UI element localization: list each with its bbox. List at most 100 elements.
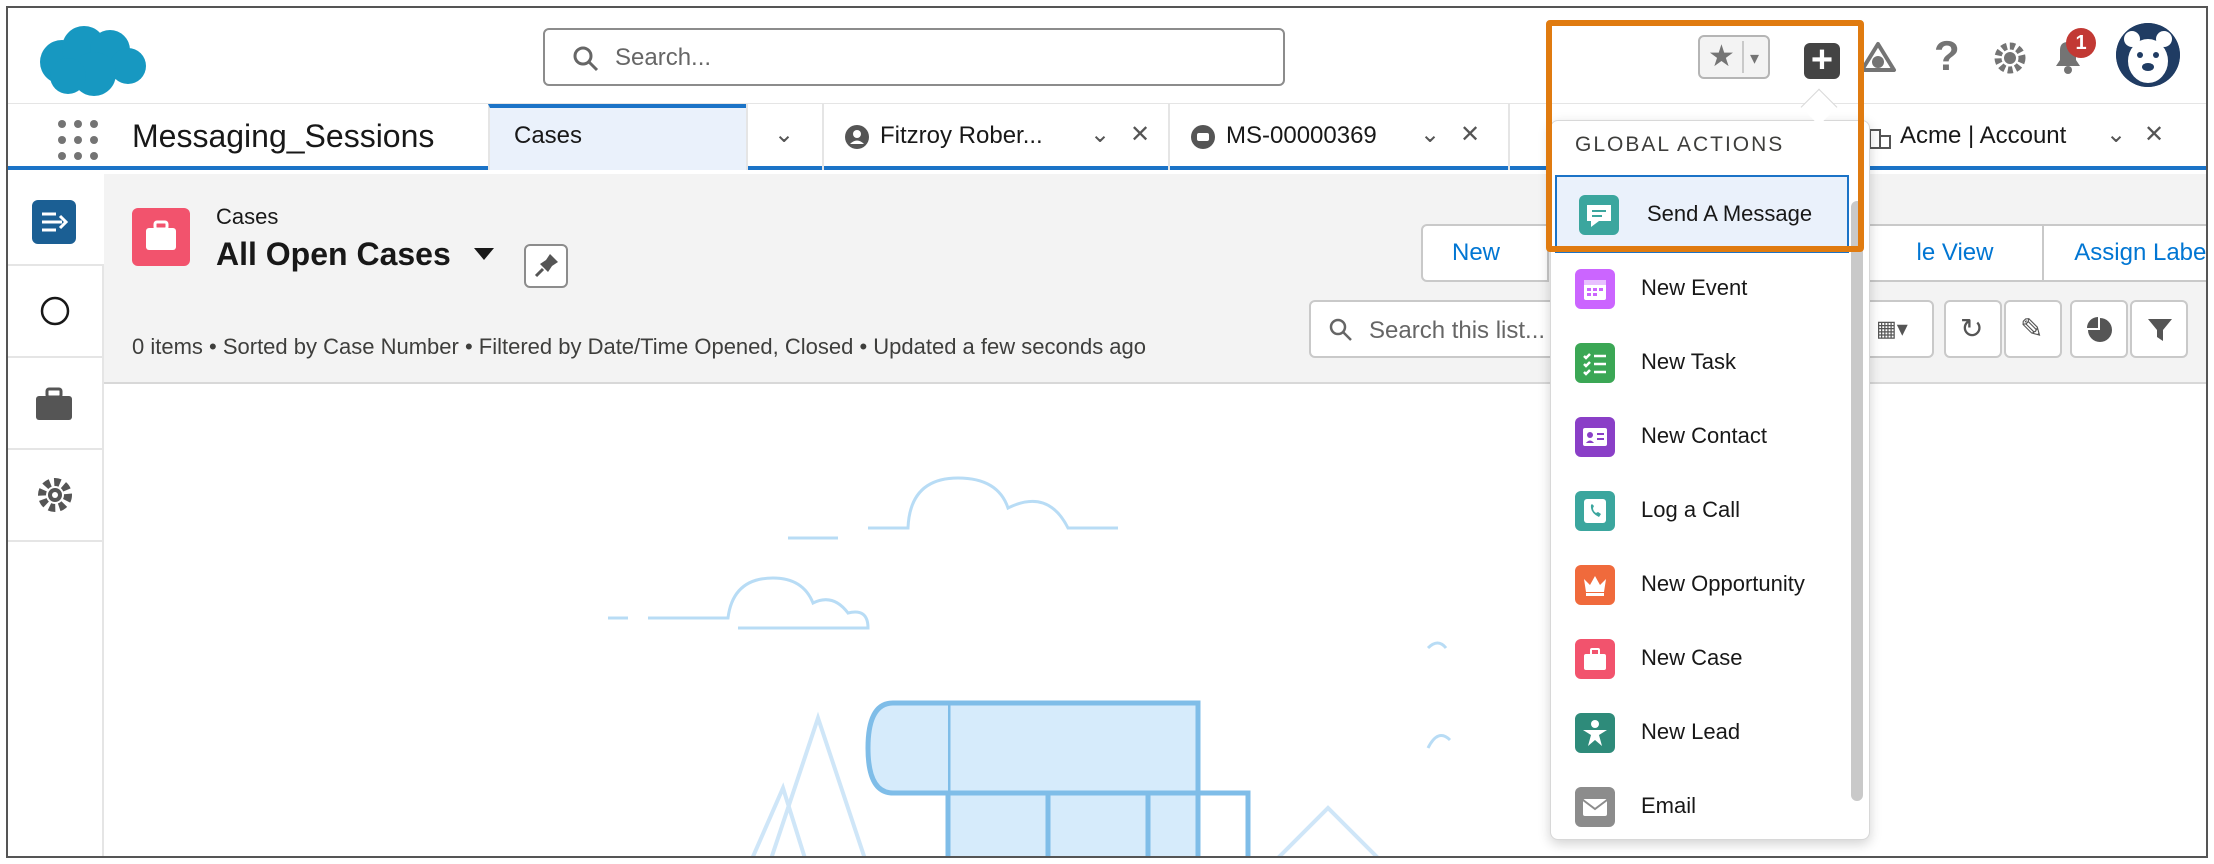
search-icon xyxy=(1329,318,1352,341)
list-view-picker-icon[interactable] xyxy=(474,248,494,260)
table-icon: ▦▾ xyxy=(1876,316,1908,341)
salesforce-logo-icon[interactable] xyxy=(32,20,152,100)
close-icon[interactable]: ✕ xyxy=(1130,120,1150,149)
bear-avatar-icon xyxy=(2116,23,2180,87)
button-group-spacer xyxy=(1529,224,1549,282)
pin-icon xyxy=(534,254,558,278)
edit-list-button[interactable]: ✎ xyxy=(2004,300,2062,358)
filters-button[interactable] xyxy=(2130,300,2188,358)
trailhead-icon[interactable] xyxy=(1858,38,1898,78)
phone-icon xyxy=(1575,491,1615,531)
list-view-meta: 0 items • Sorted by Case Number • Filter… xyxy=(132,334,1147,359)
menu-item-label: New Task xyxy=(1641,349,1736,374)
search-icon xyxy=(573,46,599,72)
chat-icon xyxy=(1579,195,1619,235)
app-frame: Search... ★ ▾ + ? 1 Messaging_Sessions C… xyxy=(6,6,2208,858)
search-placeholder: Search... xyxy=(615,44,712,71)
case-object-icon xyxy=(132,208,190,266)
crown-icon xyxy=(1575,565,1615,605)
pie-chart-icon xyxy=(2087,317,2112,342)
chevron-down-icon: ⌄ xyxy=(774,121,795,148)
omni-channel-icon xyxy=(32,200,76,244)
menu-item-label: New Contact xyxy=(1641,423,1767,448)
tab-messaging-session[interactable]: MS-00000369 ⌄ ✕ xyxy=(1168,104,1508,170)
lead-icon xyxy=(1575,713,1615,753)
email-icon xyxy=(1575,787,1615,827)
messaging-session-icon xyxy=(1191,125,1215,149)
menu-item-new-event[interactable]: New Event xyxy=(1551,253,1851,325)
tab-label: Fitzroy Rober... xyxy=(880,122,1043,149)
menu-item-label: New Case xyxy=(1641,645,1743,670)
briefcase-icon xyxy=(1575,639,1615,679)
tab-label: Acme | Account xyxy=(1900,122,2067,149)
menu-item-label: New Opportunity xyxy=(1641,571,1805,596)
chevron-down-icon[interactable]: ⌄ xyxy=(1420,120,1440,149)
gear-icon xyxy=(38,478,72,512)
list-view-name[interactable]: All Open Cases xyxy=(216,236,451,273)
utility-item-settings[interactable] xyxy=(8,450,104,542)
global-actions-heading: GLOBAL ACTIONS xyxy=(1575,133,1785,156)
filter-icon xyxy=(2148,319,2172,341)
chevron-down-icon[interactable]: ⌄ xyxy=(1090,120,1110,149)
help-icon[interactable]: ? xyxy=(1934,32,1960,80)
app-launcher-icon[interactable] xyxy=(58,120,98,160)
menu-item-email[interactable]: Email xyxy=(1551,771,1851,839)
pencil-icon: ✎ xyxy=(2020,313,2044,344)
tab-label: MS-00000369 xyxy=(1226,122,1377,149)
menu-item-new-opportunity[interactable]: New Opportunity xyxy=(1551,549,1851,621)
utility-item-omni[interactable] xyxy=(8,174,104,266)
contact-tab-icon xyxy=(845,125,869,149)
menu-item-label: Log a Call xyxy=(1641,497,1741,522)
setup-gear-icon[interactable] xyxy=(1990,38,2030,78)
briefcase-icon xyxy=(36,387,72,420)
notification-badge: 1 xyxy=(2066,28,2096,58)
refresh-icon: ↻ xyxy=(1960,313,1984,344)
global-actions-button[interactable]: + xyxy=(1804,41,1840,79)
favorites-button[interactable]: ★ ▾ xyxy=(1698,35,1770,79)
printable-view-button[interactable]: le View xyxy=(1864,224,2044,282)
global-actions-menu: GLOBAL ACTIONS Send A Message New Event … xyxy=(1550,120,1870,840)
assign-label-button[interactable]: Assign Label xyxy=(2042,224,2206,282)
menu-item-new-contact[interactable]: New Contact xyxy=(1551,401,1851,473)
calendar-icon xyxy=(1575,269,1615,309)
close-icon[interactable]: ✕ xyxy=(1460,120,1480,149)
refresh-button[interactable]: ↻ xyxy=(1944,300,2002,358)
utility-bar xyxy=(8,174,104,856)
menu-item-log-a-call[interactable]: Log a Call xyxy=(1551,475,1851,547)
user-avatar[interactable] xyxy=(2116,23,2180,87)
menu-item-new-lead[interactable]: New Lead xyxy=(1551,697,1851,769)
display-as-button[interactable]: ▦▾ xyxy=(1864,300,1934,358)
pin-list-button[interactable] xyxy=(524,244,568,288)
chevron-down-icon[interactable]: ▾ xyxy=(1750,41,1759,75)
navigation-bar: Messaging_Sessions Cases ⌄ Fitzroy Rober… xyxy=(8,104,2206,170)
task-icon xyxy=(1575,343,1615,383)
menu-item-send-a-message[interactable]: Send A Message xyxy=(1555,175,1849,253)
contact-icon xyxy=(1575,417,1615,457)
global-header: Search... ★ ▾ + ? 1 xyxy=(8,8,2206,104)
app-name: Messaging_Sessions xyxy=(132,118,435,154)
dropdown-scrollbar[interactable] xyxy=(1851,201,1863,801)
tab-fitzroy[interactable]: Fitzroy Rober... ⌄ ✕ xyxy=(822,104,1168,170)
list-search-input[interactable]: Search this list... xyxy=(1309,300,1569,358)
new-button[interactable]: New xyxy=(1421,224,1531,282)
chevron-down-icon[interactable]: ⌄ xyxy=(2106,120,2126,149)
close-icon[interactable]: ✕ xyxy=(2144,120,2164,149)
tab-cases-menu[interactable]: ⌄ xyxy=(746,104,822,170)
tab-label: Cases xyxy=(514,122,583,149)
tab-cases[interactable]: Cases xyxy=(488,104,746,170)
utility-item-status[interactable] xyxy=(8,266,104,358)
account-icon xyxy=(1869,129,1891,149)
menu-item-new-case[interactable]: New Case xyxy=(1551,623,1851,695)
circle-status-icon xyxy=(40,296,70,326)
empty-state-illustration xyxy=(608,476,1452,856)
charts-button[interactable] xyxy=(2070,300,2128,358)
object-label: Cases xyxy=(216,204,279,229)
menu-item-label: Email xyxy=(1641,793,1697,818)
menu-item-label: Send A Message xyxy=(1647,201,1813,226)
utility-item-cases[interactable] xyxy=(8,358,104,450)
tab-acme-account[interactable]: Acme | Account ⌄ ✕ xyxy=(1848,104,2192,170)
list-view-header: Cases All Open Cases 0 items • Sorted by… xyxy=(104,174,2206,384)
menu-item-label: New Lead xyxy=(1641,719,1741,744)
menu-item-new-task[interactable]: New Task xyxy=(1551,327,1851,399)
global-search-input[interactable]: Search... xyxy=(543,28,1285,86)
